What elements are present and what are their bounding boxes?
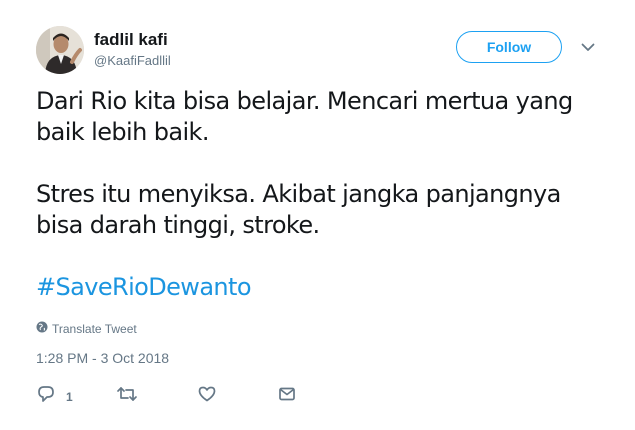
envelope-icon: [277, 384, 297, 409]
like-button[interactable]: [197, 384, 217, 409]
tweet-text: Dari Rio kita bisa belajar. Mencari mert…: [36, 86, 606, 303]
user-handle[interactable]: @KaafiFadllil: [94, 53, 171, 68]
tweet-timestamp[interactable]: 1:28 PM - 3 Oct 2018: [36, 350, 169, 366]
avatar[interactable]: [36, 26, 84, 74]
tweet-card: fadlil kafi @KaafiFadllil Follow Dari Ri…: [0, 0, 635, 430]
reply-count: 1: [66, 389, 73, 404]
follow-button[interactable]: Follow: [456, 31, 562, 63]
reply-icon: [36, 384, 56, 409]
globe-icon: [36, 321, 48, 336]
heart-icon: [197, 384, 217, 409]
chevron-down-icon[interactable]: [580, 40, 596, 54]
tweet-actions: 1: [36, 384, 336, 408]
translate-tweet-link[interactable]: Translate Tweet: [36, 321, 137, 336]
retweet-button[interactable]: [116, 384, 138, 409]
hashtag-link[interactable]: #SaveRioDewanto: [36, 273, 252, 301]
tweet-paragraph-1: Dari Rio kita bisa belajar. Mencari mert…: [36, 87, 573, 146]
display-name[interactable]: fadlil kafi: [94, 30, 168, 50]
retweet-icon: [116, 384, 138, 409]
direct-message-button[interactable]: [277, 384, 297, 409]
tweet-paragraph-2: Stres itu menyiksa. Akibat jangka panjan…: [36, 180, 561, 239]
translate-label: Translate Tweet: [52, 321, 137, 336]
reply-button[interactable]: 1: [36, 384, 73, 409]
